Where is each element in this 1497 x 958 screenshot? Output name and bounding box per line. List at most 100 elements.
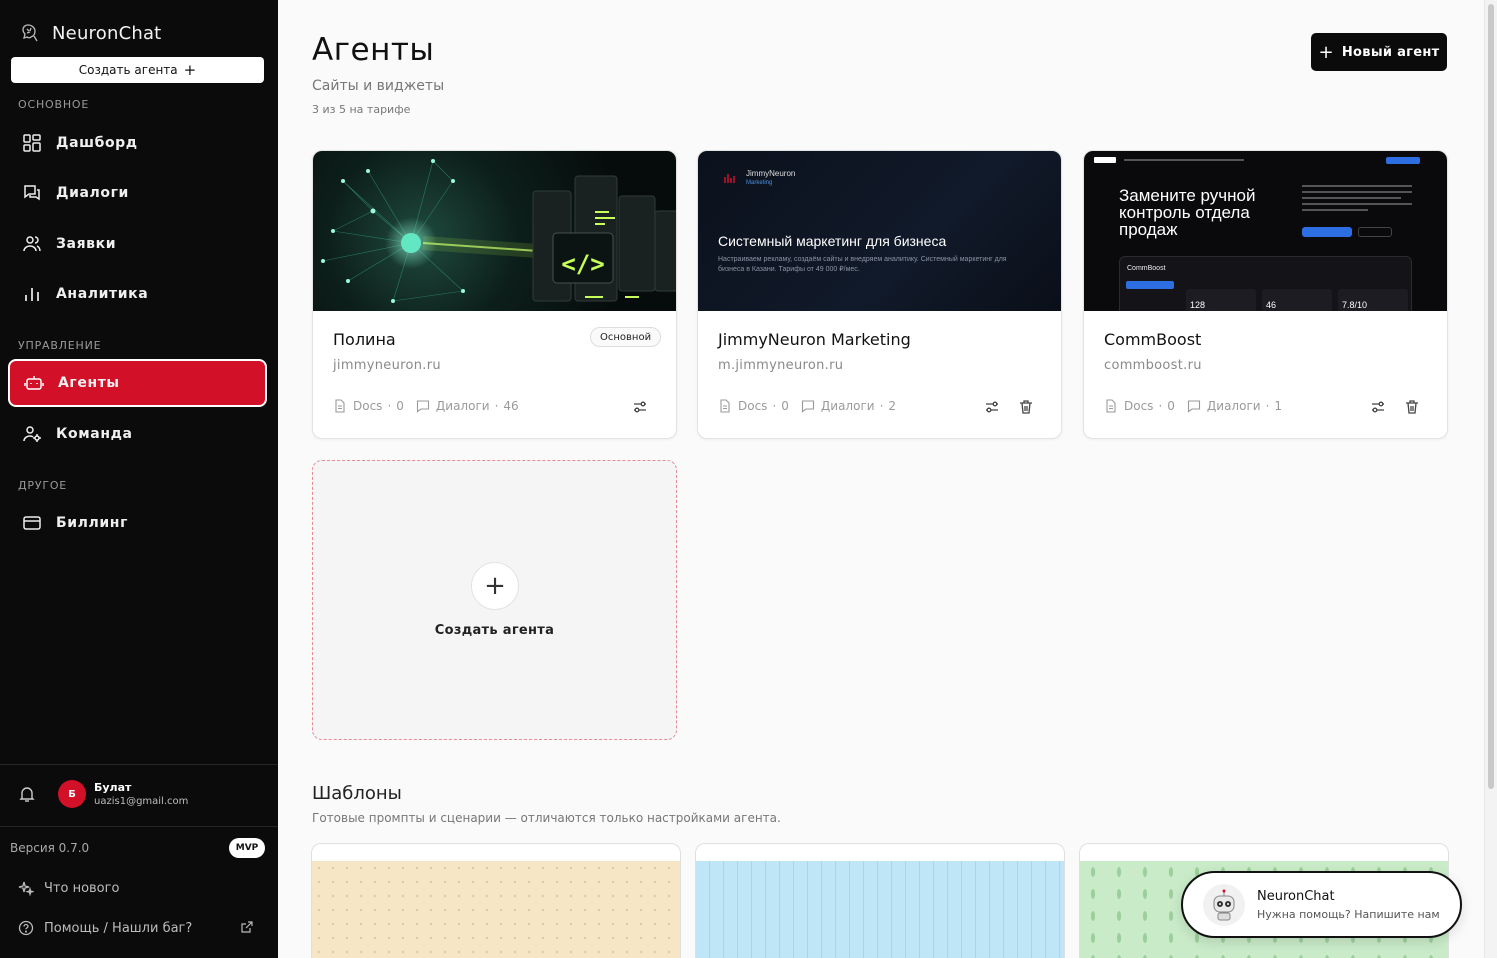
template-card[interactable] (311, 843, 681, 958)
mvp-badge: MVP (229, 838, 265, 858)
docs-stat: Docs · 0 (333, 399, 404, 413)
sidebar-item-label: Биллинг (56, 515, 128, 531)
analytics-icon (25, 288, 39, 301)
docs-count: 0 (396, 399, 404, 413)
agent-stats: Docs · 0 Диалоги · 2 (718, 399, 908, 413)
agent-domain: m.jimmyneuron.ru (718, 358, 844, 373)
thumb-panel-brand: CommBoost (1127, 265, 1166, 272)
settings-button[interactable] (1368, 397, 1388, 417)
help-icon (18, 920, 34, 936)
settings-button[interactable] (630, 397, 650, 417)
logo-icon (22, 24, 38, 42)
create-agent-card-label: Создать агента (434, 623, 555, 638)
sidebar-item-label: Дашборд (56, 135, 138, 151)
support-chat-widget[interactable]: NeuronChat Нужна помощь? Напишите нам (1181, 871, 1462, 938)
sidebar-item-leads[interactable]: Заявки (8, 220, 267, 268)
agent-thumbnail: </> (313, 151, 676, 311)
brand-logo-icon (722, 170, 736, 184)
users-icon (23, 236, 41, 252)
sidebar-item-label: Диалоги (56, 185, 129, 201)
dashboard-icon (23, 134, 41, 152)
help-link[interactable]: Помощь / Нашли баг? (18, 920, 192, 936)
agent-card-commboost[interactable]: Замените ручной контроль отдела продаж C… (1083, 150, 1448, 439)
sidebar-item-label: Заявки (56, 236, 117, 252)
scrollbar[interactable] (1484, 0, 1497, 958)
docs-count: 0 (781, 399, 789, 413)
agent-card-polina[interactable]: </> Полина Основной jimmyneuron.ru Docs ·… (312, 150, 677, 439)
sidebar-item-analytics[interactable]: Аналитика (8, 270, 267, 318)
thumb-text-lines (1302, 185, 1412, 219)
agent-stats: Docs · 0 Диалоги · 1 (1104, 399, 1294, 413)
settings-button[interactable] (982, 397, 1002, 417)
bot-icon (24, 376, 44, 390)
trash-icon (1406, 400, 1418, 414)
message-icon (1187, 400, 1200, 413)
thumb-cta (1302, 227, 1352, 237)
thumb-cta-secondary (1358, 227, 1392, 237)
plan-quota: 3 из 5 на тарифе (312, 103, 411, 116)
agent-card-jimmyneuron-marketing[interactable]: JimmyNeuron Marketing Системный маркетин… (697, 150, 1062, 439)
delete-button[interactable] (1016, 397, 1036, 417)
docs-count: 0 (1167, 399, 1175, 413)
new-agent-label: Новый агент (1341, 44, 1440, 60)
thumb-brand-sub: Marketing (746, 180, 773, 186)
thumb-dashboard-panel: CommBoost 128 46 7.8/10 (1119, 256, 1412, 311)
chat-widget-text: NeuronChat Нужна помощь? Напишите нам (1257, 889, 1440, 921)
delete-button[interactable] (1402, 397, 1422, 417)
dialogs-count: 2 (888, 399, 897, 413)
create-agent-button[interactable]: Создать агента + (11, 57, 264, 83)
scrollbar-thumb[interactable] (1488, 4, 1494, 789)
chat-icon (24, 185, 40, 201)
sidebar-item-billing[interactable]: Биллинг (8, 499, 267, 547)
agent-name: JimmyNeuron Marketing (718, 330, 911, 349)
template-pattern (312, 861, 680, 958)
sparkle-icon (18, 881, 34, 896)
avatar: Б (58, 780, 86, 808)
sidebar-item-dashboard[interactable]: Дашборд (8, 119, 267, 167)
page-title: Агенты (312, 32, 435, 68)
agent-name: CommBoost (1104, 330, 1202, 349)
sidebar: NeuronChat Создать агента + ОСНОВНОЕ Даш… (0, 0, 278, 958)
sidebar-item-dialogs[interactable]: Диалоги (8, 169, 267, 217)
section-label-manage: УПРАВЛЕНИЕ (18, 339, 102, 352)
external-link-icon[interactable] (241, 921, 253, 933)
sidebar-item-label: Агенты (58, 375, 120, 391)
main-content: Агенты Сайты и виджеты 3 из 5 на тарифе … (278, 0, 1481, 958)
whats-new-link[interactable]: Что нового (18, 880, 119, 896)
page-subtitle: Сайты и виджеты (312, 78, 445, 94)
templates-title: Шаблоны (312, 783, 402, 804)
message-icon (801, 400, 814, 413)
agent-domain: commboost.ru (1104, 358, 1202, 373)
thumb-navbar (1094, 157, 1439, 164)
metric-value: 46 (1266, 300, 1277, 310)
metric-value: 128 (1190, 300, 1206, 310)
sliders-icon (986, 401, 998, 413)
agent-thumbnail: JimmyNeuron Marketing Системный маркетин… (698, 151, 1061, 311)
thumb-headline: Замените ручной контроль отдела продаж (1119, 186, 1256, 239)
svg-text:</>: </> (561, 250, 604, 278)
template-pattern (696, 861, 1064, 958)
thumb-text: Настраиваем рекламу, создаём сайты и вне… (718, 256, 1007, 273)
agent-domain: jimmyneuron.ru (333, 358, 441, 373)
section-label-other: ДРУГОЕ (18, 479, 68, 492)
new-agent-button[interactable]: + Новый агент (1311, 33, 1447, 71)
agent-thumbnail: Замените ручной контроль отдела продаж C… (1084, 151, 1447, 311)
agent-stats: Docs · 0 Диалоги · 46 (333, 399, 531, 413)
metric-value: 7.8/10 (1342, 300, 1368, 310)
thumb-headline: Системный маркетинг для бизнеса (718, 233, 947, 249)
sliders-icon (1372, 401, 1384, 413)
divider (0, 764, 278, 765)
create-agent-card[interactable]: + Создать агента (312, 460, 677, 740)
sidebar-item-agents[interactable]: Агенты (8, 359, 267, 407)
plus-icon: + (1318, 41, 1334, 63)
sidebar-item-label: Аналитика (56, 286, 149, 302)
primary-badge: Основной (590, 327, 662, 347)
document-icon (335, 399, 345, 413)
user-profile[interactable]: Б Булат uazis1@gmail.com (18, 780, 188, 808)
bell-icon[interactable] (18, 785, 36, 803)
neural-network-image: </> (321, 159, 676, 303)
sliders-icon (634, 401, 646, 413)
app-logo[interactable]: NeuronChat (20, 22, 161, 44)
sidebar-item-team[interactable]: Команда (8, 410, 267, 458)
template-card[interactable] (695, 843, 1065, 958)
